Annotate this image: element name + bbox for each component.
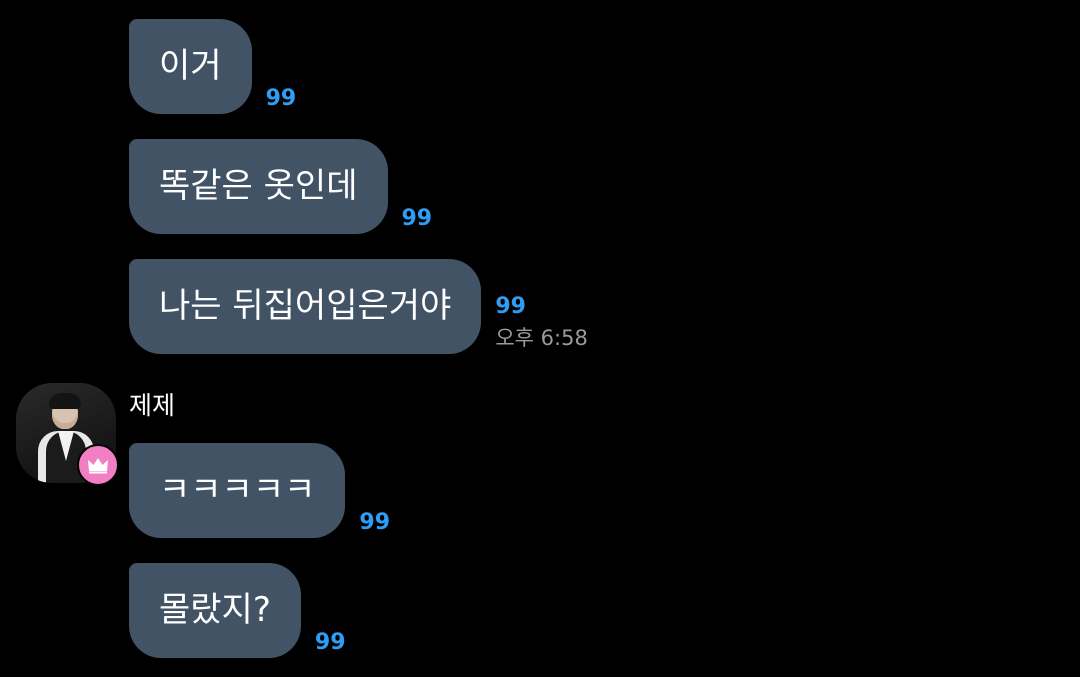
sender-name: 제제 bbox=[129, 391, 176, 420]
message-row: 나는 뒤집어입은거야 99 오후 6:58 bbox=[129, 259, 588, 354]
message-meta: 99 bbox=[402, 206, 433, 232]
message-row: 이거 99 bbox=[129, 19, 296, 114]
message-row: 몰랐지? 99 bbox=[129, 563, 346, 658]
message-bubble[interactable]: ㅋㅋㅋㅋㅋ bbox=[129, 443, 346, 538]
crown-icon bbox=[88, 458, 108, 474]
message-bubble[interactable]: 몰랐지? bbox=[129, 563, 301, 658]
message-bubble[interactable]: 똑같은 옷인데 bbox=[129, 139, 388, 234]
profile-photo-hair bbox=[49, 393, 81, 409]
message-meta: 99 bbox=[266, 86, 297, 112]
avatar[interactable] bbox=[16, 383, 119, 486]
chat-room: 이거 99 똑같은 옷인데 99 나는 뒤집어입은거야 99 오후 6:58 제… bbox=[0, 0, 1080, 677]
message-bubble[interactable]: 나는 뒤집어입은거야 bbox=[129, 259, 482, 354]
message-meta: 99 bbox=[359, 510, 390, 536]
unread-count: 99 bbox=[401, 206, 433, 231]
message-row: 똑같은 옷인데 99 bbox=[129, 139, 432, 234]
message-timestamp: 오후 6:58 bbox=[495, 326, 588, 350]
message-meta: 99 bbox=[315, 630, 346, 656]
message-text: 나는 뒤집어입은거야 bbox=[159, 286, 452, 326]
message-bubble[interactable]: 이거 bbox=[129, 19, 252, 114]
unread-count: 99 bbox=[265, 86, 297, 111]
unread-count: 99 bbox=[359, 510, 391, 535]
message-row: ㅋㅋㅋㅋㅋ 99 bbox=[129, 443, 390, 538]
crown-badge bbox=[77, 444, 119, 486]
message-text: 몰랐지? bbox=[159, 590, 271, 630]
message-text: 똑같은 옷인데 bbox=[159, 166, 358, 206]
unread-count: 99 bbox=[314, 630, 346, 655]
message-meta: 99 오후 6:58 bbox=[495, 294, 587, 352]
message-text: 이거 bbox=[159, 46, 222, 86]
unread-count: 99 bbox=[495, 294, 526, 319]
message-text: ㅋㅋㅋㅋㅋ bbox=[159, 470, 316, 510]
